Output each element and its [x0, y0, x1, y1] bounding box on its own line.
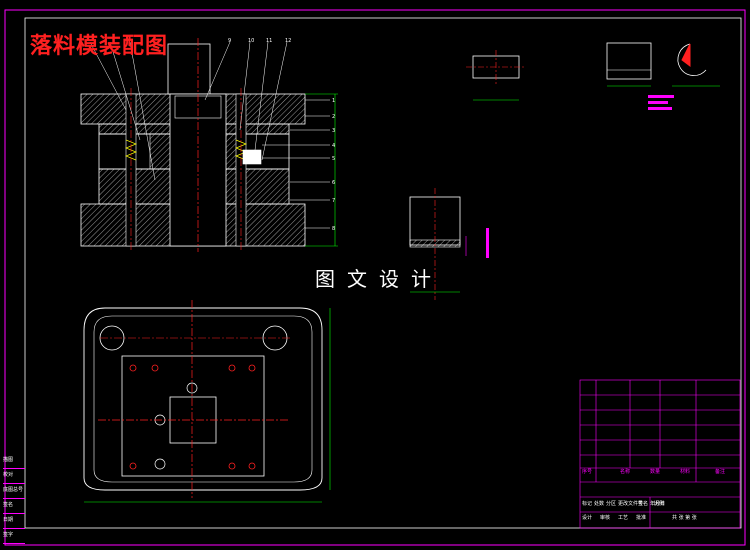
- part-number: 2: [332, 114, 335, 120]
- tb-row-label: 序号: [582, 469, 593, 475]
- tb-row-label: 备注: [715, 469, 726, 475]
- side-label: 校对: [3, 469, 25, 484]
- side-label: 底图总号: [3, 484, 25, 499]
- part-number: 11: [266, 38, 272, 44]
- title-block: 序号 名称 数量 材料 备注 标记 处数 分区 更改文件号 签名 年月日 设计 …: [580, 380, 740, 530]
- tb-row-label: 名称: [620, 469, 631, 475]
- part-number: 3: [332, 128, 335, 134]
- detail-views: [409, 42, 720, 300]
- tb-change-label: 分区: [606, 501, 617, 507]
- tb-footer-label: 工艺: [618, 515, 629, 521]
- part-number: 9: [228, 38, 231, 44]
- tb-footer-label: 设计: [582, 515, 593, 521]
- tb-scale-label: 比例: [654, 501, 665, 507]
- tb-change-label: 签名: [638, 501, 649, 507]
- tb-footer-label: 审核: [600, 515, 611, 521]
- part-number: 8: [332, 226, 335, 232]
- part-number: 7: [332, 198, 335, 204]
- plan-view: [83, 300, 331, 503]
- side-label: 日期: [3, 514, 25, 529]
- side-label: 签名: [3, 499, 25, 514]
- drawing-title: 落料模装配图: [30, 33, 169, 59]
- part-number: 1: [332, 98, 335, 104]
- tb-row-label: 数量: [650, 469, 661, 475]
- part-number: 10: [248, 38, 254, 44]
- side-label: 描图: [3, 454, 25, 469]
- part-number: 12: [285, 38, 291, 44]
- watermark-text: 图文设计: [315, 267, 443, 291]
- tb-sheet-label: 共 张 第 张: [672, 515, 697, 521]
- tb-footer-label: 批准: [636, 515, 647, 521]
- side-label-column: 描图 校对 底图总号 签名 日期 签字: [3, 454, 25, 544]
- tb-change-label: 标记: [582, 501, 593, 507]
- part-number: 4: [332, 143, 335, 149]
- part-number: 5: [332, 156, 335, 162]
- part-number: 6: [332, 180, 335, 186]
- tb-row-label: 材料: [680, 469, 691, 475]
- section-view: [80, 38, 338, 252]
- tb-change-label: 处数: [594, 501, 605, 507]
- side-label: 签字: [3, 529, 25, 544]
